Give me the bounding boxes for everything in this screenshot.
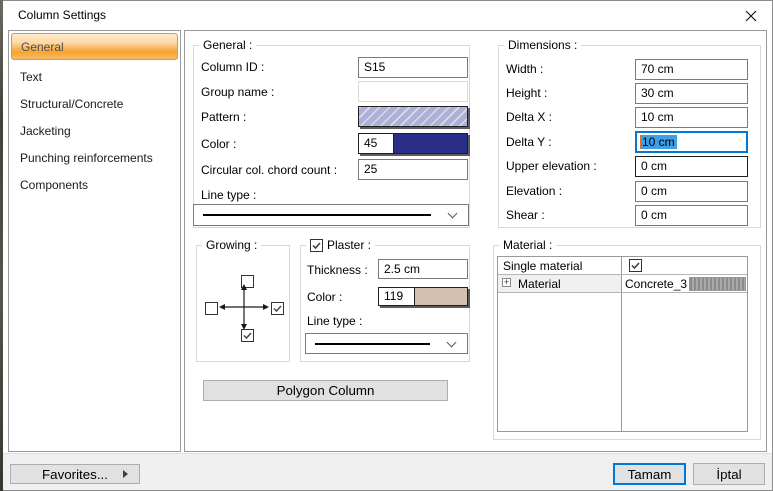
plaster-color-index-value: 119 (379, 288, 415, 305)
table-row-divider (498, 274, 747, 275)
plaster-group-legend: Plaster : (327, 238, 372, 252)
plaster-color-picker-button[interactable]: 119 (378, 287, 468, 306)
hatch-pattern-icon (359, 107, 467, 126)
solid-line-icon (315, 342, 430, 345)
plaster-line-type-label: Line type : (307, 314, 363, 328)
sidebar-item-structural-concrete[interactable]: Structural/Concrete (11, 91, 178, 118)
sidebar-item-punching-reinforcements[interactable]: Punching reinforcements (11, 145, 178, 172)
color-picker-button[interactable]: 45 (358, 133, 468, 154)
height-input[interactable]: 30 cm (635, 83, 748, 104)
thickness-input[interactable]: 2.5 cm (378, 259, 468, 279)
upper-elevation-input[interactable]: 0 cm (635, 156, 748, 177)
table-row-divider (498, 292, 747, 293)
expand-icon[interactable]: + (502, 278, 511, 287)
dialog-title: Column Settings (18, 8, 107, 22)
delta-x-label: Delta X : (506, 110, 553, 124)
sidebar-item-text[interactable]: Text (11, 64, 178, 91)
solid-line-icon (203, 214, 431, 216)
material-row-label: Material (518, 277, 561, 291)
title-bar: Column Settings (3, 1, 772, 29)
pattern-label: Pattern : (201, 110, 247, 124)
chevron-down-icon (447, 208, 458, 219)
check-icon (631, 262, 640, 270)
general-group-legend: General : (199, 38, 257, 52)
material-table: Single material + Material Concrete_3 (497, 256, 748, 432)
single-material-label: Single material (503, 259, 583, 273)
column-id-label: Column ID : (201, 60, 265, 74)
shear-input[interactable]: 0 cm (635, 205, 748, 226)
material-group-legend: Material : (499, 238, 557, 252)
thickness-label: Thickness : (307, 263, 368, 277)
sidebar-item-general[interactable]: General (11, 33, 178, 60)
background-window-edge (0, 0, 3, 491)
group-name-label: Group name : (201, 85, 275, 99)
upper-elevation-label: Upper elevation : (506, 159, 597, 173)
elevation-input[interactable]: 0 cm (635, 181, 748, 202)
check-icon (243, 332, 252, 340)
plaster-color-label: Color : (307, 290, 343, 304)
chevron-down-icon (446, 337, 457, 347)
settings-sidebar: General Text Structural/Concrete Jacketi… (8, 30, 181, 452)
delta-y-input[interactable]: 10 cm (635, 131, 748, 153)
polygon-column-button[interactable]: Polygon Column (203, 380, 448, 401)
chord-count-label: Circular col. chord count : (201, 163, 338, 177)
favorites-label: Favorites... (42, 466, 108, 482)
line-type-select[interactable] (193, 204, 469, 226)
elevation-label: Elevation : (506, 184, 563, 198)
line-type-label: Line type : (201, 188, 257, 202)
color-index-value: 45 (359, 134, 394, 153)
footer-bar: Favorites... Tamam İptal (3, 453, 772, 490)
shear-label: Shear : (506, 208, 545, 222)
growing-group-legend: Growing : (202, 238, 262, 252)
sidebar-item-jacketing[interactable]: Jacketing (11, 118, 178, 145)
sidebar-item-components[interactable]: Components (11, 172, 178, 199)
growing-right-checkbox[interactable] (271, 302, 284, 315)
delta-x-input[interactable]: 10 cm (635, 107, 748, 128)
material-value[interactable]: Concrete_3 (625, 277, 687, 291)
growing-left-checkbox[interactable] (205, 302, 218, 315)
column-id-input[interactable]: S15 (358, 57, 468, 78)
selected-text: 10 cm (640, 135, 677, 149)
close-icon (745, 10, 757, 22)
material-texture-swatch[interactable] (689, 277, 746, 291)
width-label: Width : (506, 62, 544, 76)
cancel-button[interactable]: İptal (693, 463, 765, 485)
width-input[interactable]: 70 cm (635, 59, 748, 80)
favorites-button[interactable]: Favorites... (10, 464, 140, 484)
group-name-input[interactable] (358, 81, 468, 102)
height-label: Height : (506, 86, 548, 100)
color-swatch (394, 134, 467, 153)
growing-directions-cross-icon (219, 284, 269, 330)
close-button[interactable] (743, 8, 759, 24)
dimensions-group-legend: Dimensions : (504, 38, 582, 52)
chord-count-input[interactable]: 25 (358, 159, 468, 180)
plaster-checkbox[interactable] (310, 238, 323, 252)
pattern-swatch-button[interactable] (358, 106, 468, 127)
plaster-line-type-select[interactable] (305, 333, 468, 354)
table-column-divider (621, 257, 622, 431)
plaster-color-swatch (415, 288, 467, 305)
single-material-checkbox[interactable] (629, 259, 642, 272)
check-icon (273, 305, 282, 313)
delta-y-label: Delta Y : (506, 135, 552, 149)
check-icon (312, 241, 321, 249)
color-label: Color : (201, 137, 237, 151)
ok-button[interactable]: Tamam (613, 463, 686, 485)
menu-arrow-icon (123, 470, 128, 478)
